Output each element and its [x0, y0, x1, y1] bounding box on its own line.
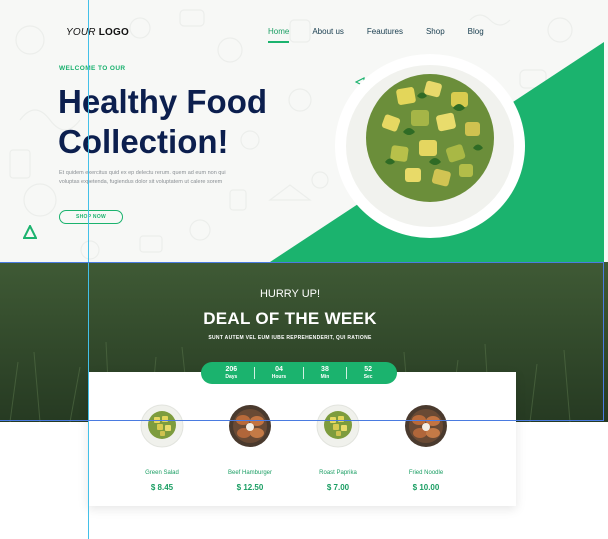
countdown-timer: 206 Days 04 Hours 38 Min 52 Sec — [201, 362, 397, 384]
timer-days: 206 Days — [225, 366, 237, 381]
editor-guide-vertical — [603, 262, 604, 421]
timer-seconds-label: Sec — [363, 373, 373, 380]
deal-subtitle: SUNT AUTEM VEL EUM IUBE REPREHENDERIT, Q… — [208, 335, 372, 341]
product-item-beef-hamburger[interactable]: Beef Hamburger $ 12.50 — [206, 404, 294, 504]
triangle-outline-icon — [23, 225, 37, 239]
hero-title: Healthy Food Collection! — [58, 82, 298, 162]
product-price: $ 12.50 — [236, 483, 264, 492]
product-price: $ 10.00 — [412, 483, 440, 492]
hero-section: YOUR LOGO Home About us Feautures Shop B… — [0, 0, 608, 262]
salad-bowl-icon — [316, 404, 360, 448]
timer-hours-value: 04 — [275, 365, 283, 373]
timer-minutes: 38 Min — [321, 366, 330, 381]
timer-seconds-value: 52 — [364, 365, 373, 373]
product-name: Roast Paprika — [319, 470, 357, 476]
nav-blog[interactable]: Blog — [468, 27, 484, 36]
main-nav: Home About us Feautures Shop Blog — [268, 27, 484, 43]
timer-hours: 04 Hours — [272, 366, 286, 381]
hero-title-line-1: Healthy Food — [58, 83, 268, 120]
nav-home[interactable]: Home — [268, 27, 290, 43]
salad-bowl-icon — [140, 404, 184, 448]
logo-prefix: YOUR — [66, 27, 96, 38]
hero-kicker: WELCOME TO OUR — [59, 65, 126, 72]
editor-guide-horizontal — [0, 420, 604, 421]
product-price: $ 7.00 — [326, 483, 350, 492]
product-list: Green Salad $ 8.45 Beef Hamburger $ 12.5… — [118, 404, 470, 504]
timer-divider — [254, 367, 256, 379]
timer-divider — [302, 367, 304, 379]
meat-plate-icon — [229, 405, 271, 447]
timer-days-label: Days — [225, 373, 238, 380]
hero-description: Et quidem exercitus quid ex ep delectu r… — [59, 170, 226, 185]
timer-minutes-label: Min — [320, 373, 330, 380]
salad-bowl-image — [335, 54, 525, 238]
meat-plate-icon — [405, 405, 447, 447]
timer-hours-label: Hours — [271, 373, 287, 380]
product-item-roast-paprika[interactable]: Roast Paprika $ 7.00 — [294, 404, 382, 504]
editor-guide-horizontal — [0, 262, 604, 263]
nav-about-us[interactable]: About us — [312, 27, 344, 36]
nav-features[interactable]: Feautures — [367, 27, 403, 36]
timer-seconds: 52 Sec — [364, 366, 373, 381]
logo-suffix: LOGO — [98, 27, 129, 38]
product-name: Green Salad — [145, 470, 179, 476]
product-name: Fried Noodle — [408, 470, 444, 476]
hurry-up-text: HURRY UP! — [259, 288, 321, 300]
product-name: Beef Hamburger — [227, 470, 273, 476]
shop-now-button[interactable]: SHOP NOW — [59, 210, 123, 224]
site-logo[interactable]: YOUR LOGO — [66, 27, 129, 38]
timer-days-value: 206 — [225, 365, 238, 373]
product-price: $ 8.45 — [150, 483, 174, 492]
deal-title: DEAL OF THE WEEK — [203, 309, 377, 328]
hero-title-line-2: Collection! — [58, 123, 229, 160]
editor-guide-vertical — [88, 0, 89, 539]
nav-shop[interactable]: Shop — [426, 27, 445, 36]
timer-divider — [345, 367, 347, 379]
product-item-green-salad[interactable]: Green Salad $ 8.45 — [118, 404, 206, 504]
product-item-fried-noodle[interactable]: Fried Noodle $ 10.00 — [382, 404, 470, 504]
timer-minutes-value: 38 — [321, 365, 329, 373]
